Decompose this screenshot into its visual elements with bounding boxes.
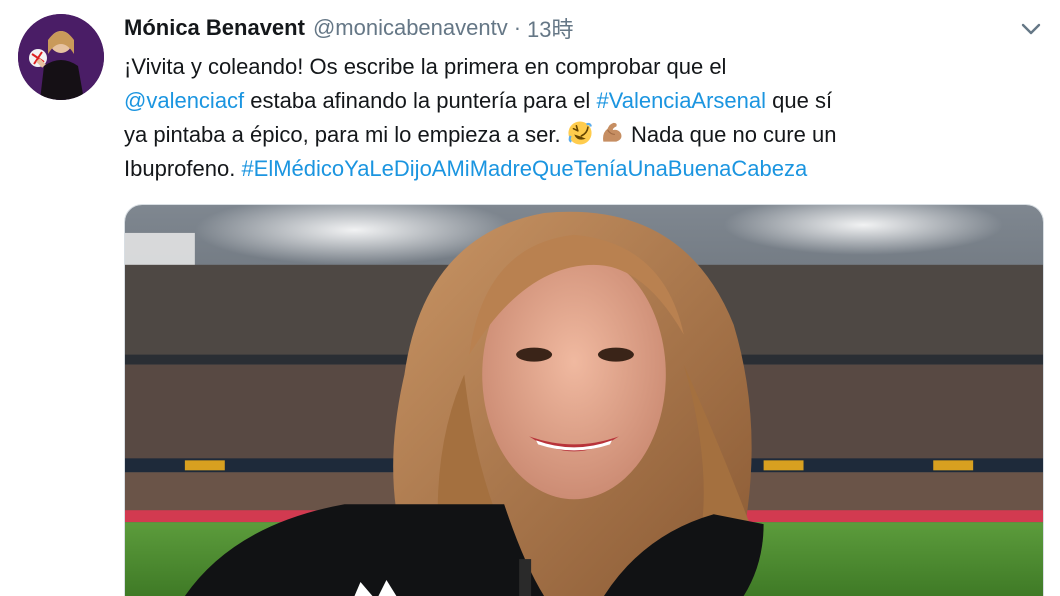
tweet-text: ¡Vivita y coleando! Os escribe la primer… <box>124 50 1034 186</box>
avatar[interactable] <box>18 14 104 100</box>
tweet-photo[interactable] <box>124 204 1044 596</box>
stadium-photo-image <box>125 205 1043 596</box>
tweet-header: Mónica Benavent @monicabenaventv · 13時 <box>124 12 574 44</box>
text-segment: estaba afinando la puntería para el <box>244 88 597 113</box>
flexed-biceps-icon <box>602 122 622 142</box>
hashtag-link[interactable]: #ValenciaArsenal <box>596 88 766 113</box>
text-segment: ¡Vivita y coleando! Os escribe la primer… <box>124 54 727 79</box>
text-segment: Ibuprofeno. <box>124 156 242 181</box>
user-handle[interactable]: @monicabenaventv <box>313 15 508 41</box>
tweet-text-line: ya pintaba a épico, para mi lo empieza a… <box>124 118 1034 152</box>
more-options-chevron-down-icon[interactable] <box>1020 18 1042 40</box>
hashtag-link[interactable]: #ElMédicoYaLeDijoAMiMadreQueTeníaUnaBuen… <box>241 156 807 181</box>
avatar-photo <box>18 14 104 100</box>
tweet-text-line: ¡Vivita y coleando! Os escribe la primer… <box>124 50 1034 84</box>
tweet-text-line: Ibuprofeno. #ElMédicoYaLeDijoAMiMadreQue… <box>124 152 1034 186</box>
display-name[interactable]: Mónica Benavent <box>124 15 305 41</box>
text-segment: Nada que no cure un <box>624 122 837 147</box>
timestamp[interactable]: 13時 <box>527 12 573 44</box>
separator-dot: · <box>513 15 522 40</box>
tweet-card[interactable]: Mónica Benavent @monicabenaventv · 13時 ¡… <box>0 0 1060 596</box>
text-segment: que sí <box>766 88 833 113</box>
rolling-on-floor-laughing-icon <box>568 121 592 145</box>
tweet-text-line: @valenciacf estaba afinando la puntería … <box>124 84 1034 118</box>
text-segment: ya pintaba a épico, para mi lo empieza a… <box>124 122 567 147</box>
mention-link[interactable]: @valenciacf <box>124 88 244 113</box>
